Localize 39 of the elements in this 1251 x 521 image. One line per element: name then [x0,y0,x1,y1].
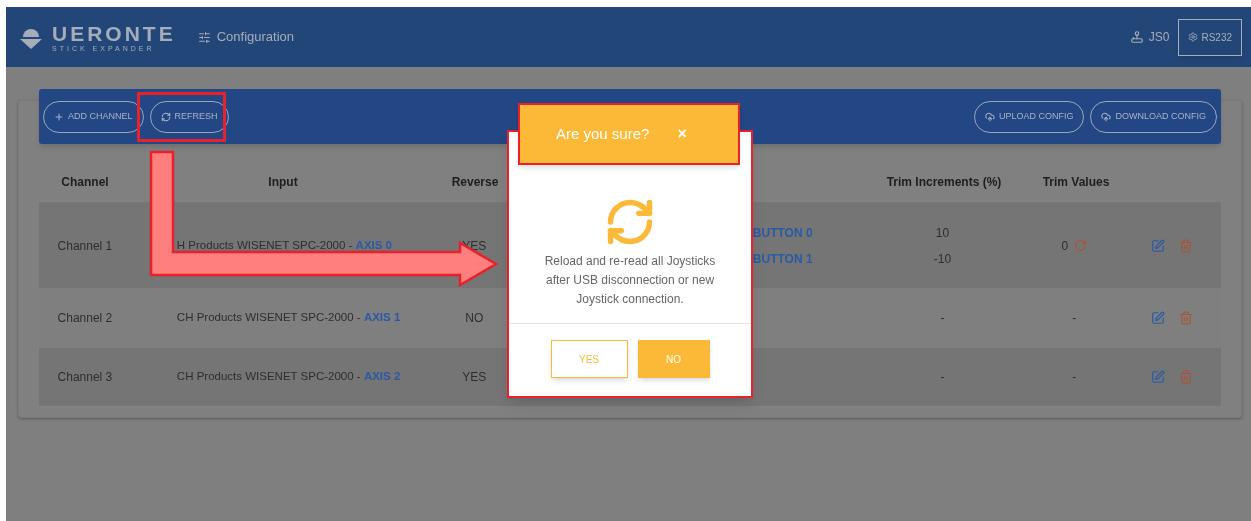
input-cell-text: CH Products WISENET SPC-2000 - AXIS 1 [176,310,401,326]
reset-icon[interactable] [1074,239,1088,252]
channel-cell-text: Channel 2 [57,310,113,327]
channel-cell-text: Channel 1 [57,237,113,255]
user-label: JS0 [1148,29,1170,46]
edit-icon[interactable] [1151,370,1166,384]
delete-icon[interactable] [1179,370,1194,384]
reverse-cell-text: NO [465,310,484,327]
column-header: Input [268,173,298,191]
column-header: Reverse [451,173,499,191]
cloud-upload-icon [1101,111,1112,122]
trim-value: - [1072,310,1077,327]
trim-increment: 10 [935,224,950,242]
column-header: Channel [61,173,109,191]
trim-increment: - [940,310,945,327]
sliders-icon [197,30,211,44]
refresh-icon [160,111,171,122]
joystick-icon [1129,30,1144,44]
cloud-upload-icon [984,111,995,122]
column-header: Trim Increments (%) [886,173,1002,191]
edit-icon[interactable] [1151,238,1166,253]
dialog-title: Are you sure? [556,123,650,144]
column-header: Trim Values [1042,173,1110,191]
trim-value: 0 [1061,237,1069,255]
trim-value: - [1072,369,1077,386]
delete-icon[interactable] [1179,238,1194,253]
configuration-link[interactable]: Configuration [216,27,294,47]
dialog-message: Reload and re-read all Joysticks after USB disconnection or new Joystick connection. [543,253,717,308]
rs232-button[interactable]: RS232 [1178,18,1242,56]
edit-icon[interactable] [1151,311,1166,325]
delete-icon[interactable] [1179,311,1194,325]
trim-increment: - [940,369,945,386]
settings-icon [1188,32,1199,42]
plus-icon [54,111,64,122]
channel-cell-text: Channel 3 [57,369,113,386]
reverse-cell-text: YES [462,369,487,386]
trim-increment: -10 [933,250,952,268]
input-cell-text: H Products WISENET SPC-2000 - AXIS 0 [176,237,392,253]
input-cell-text: CH Products WISENET SPC-2000 - AXIS 2 [176,369,401,385]
